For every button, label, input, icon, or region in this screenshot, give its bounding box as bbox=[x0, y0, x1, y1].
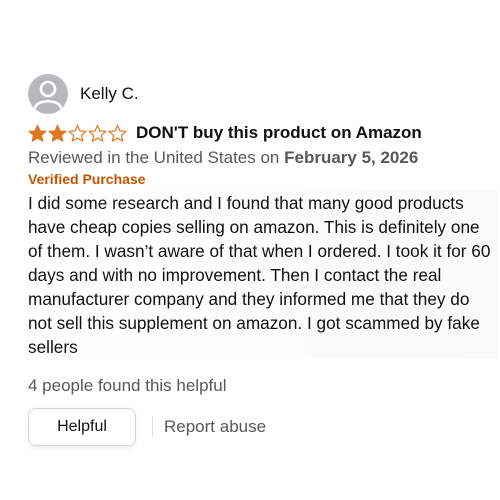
review-date: February 5, 2026 bbox=[284, 148, 419, 167]
report-abuse-link[interactable]: Report abuse bbox=[164, 417, 266, 437]
review-title[interactable]: DON'T buy this product on Amazon bbox=[136, 123, 422, 143]
user-silhouette-icon bbox=[28, 74, 68, 114]
star-filled-icon bbox=[48, 124, 67, 142]
verified-purchase-badge[interactable]: Verified Purchase bbox=[28, 171, 488, 187]
review-body: I did some research and I found that man… bbox=[28, 191, 498, 359]
review-title-row: DON'T buy this product on Amazon bbox=[28, 120, 488, 146]
helpful-button[interactable]: Helpful bbox=[28, 408, 136, 446]
review-actions: Helpful Report abuse bbox=[28, 408, 488, 446]
page: Kelly C. DON'T buy this product on Amazo… bbox=[0, 0, 500, 500]
star-filled-icon bbox=[28, 124, 47, 142]
action-divider bbox=[152, 417, 153, 437]
helpful-button-label: Helpful bbox=[57, 418, 107, 435]
star-empty-icon bbox=[68, 124, 87, 142]
review-location-text: Reviewed in the United States on bbox=[28, 148, 280, 167]
helpful-count: 4 people found this helpful bbox=[28, 376, 227, 395]
star-empty-icon bbox=[108, 124, 127, 142]
reviewer-name[interactable]: Kelly C. bbox=[80, 84, 139, 104]
review-date-line: Reviewed in the United States on Februar… bbox=[28, 148, 488, 168]
customer-review: Kelly C. DON'T buy this product on Amazo… bbox=[28, 74, 498, 446]
star-rating[interactable] bbox=[28, 124, 128, 143]
star-empty-icon bbox=[88, 124, 107, 142]
reviewer-profile[interactable]: Kelly C. bbox=[28, 74, 488, 114]
